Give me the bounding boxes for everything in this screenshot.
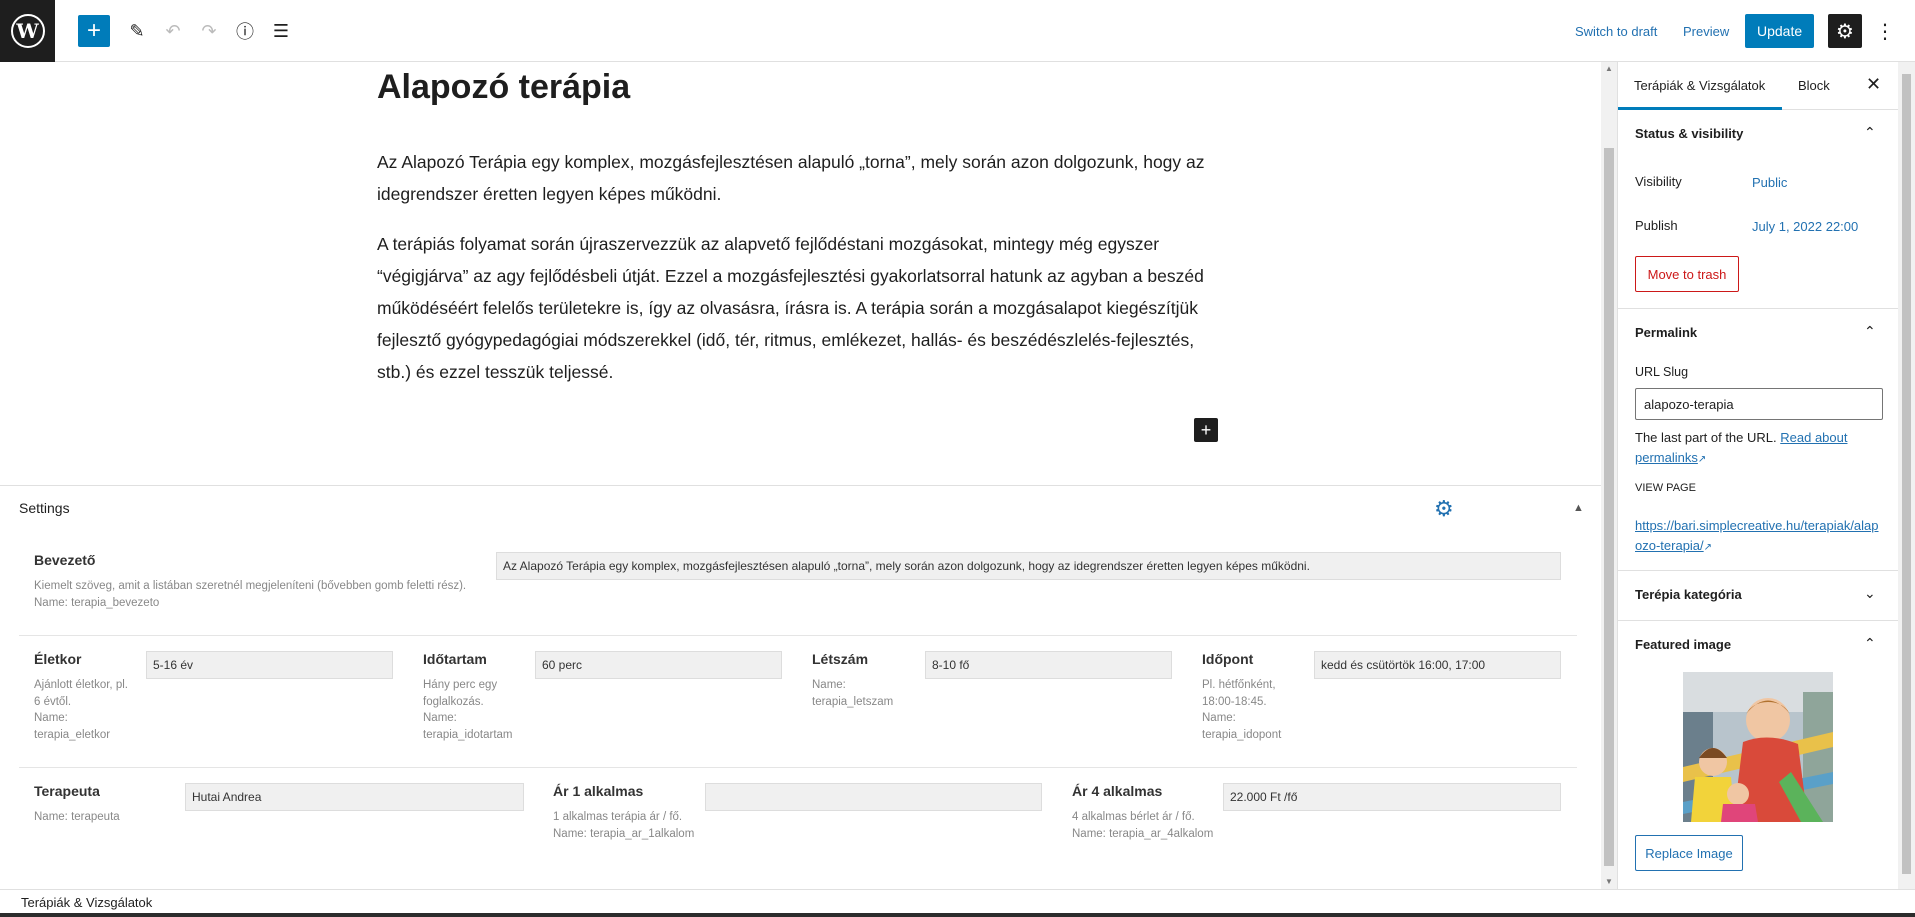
- settings-gear-icon[interactable]: ⚙: [1828, 14, 1862, 48]
- featured-image-panel-header[interactable]: Featured image ⌃: [1618, 621, 1898, 669]
- tab-block[interactable]: Block: [1798, 78, 1830, 93]
- idopont-description: Pl. hétfőnként, 18:00-18:45. Name: terapia_…: [1202, 679, 1282, 741]
- move-to-trash-button[interactable]: Move to trash: [1635, 256, 1739, 292]
- permalink-title: Permalink: [1635, 325, 1698, 340]
- view-page-url: https://bari.simplecreative.hu/terapiak/…: [1635, 516, 1885, 558]
- post-title[interactable]: Alapozó terápia: [377, 68, 630, 107]
- idopont-field[interactable]: kedd és csütörtök 16:00, 17:00: [1314, 651, 1561, 679]
- editor-scrollbar-thumb[interactable]: [1604, 148, 1614, 866]
- publish-date-link[interactable]: July 1, 2022 22:00: [1752, 219, 1858, 234]
- children-photo-image: [1683, 672, 1833, 822]
- letszam-description: Name: terapia_letszam: [812, 679, 894, 708]
- editor-top-toolbar: W + ✎ ↶ ↷ ⓘ ☰ Switch to draft Preview Up…: [0, 0, 1915, 62]
- url-slug-label: URL Slug: [1635, 365, 1689, 379]
- preview-button[interactable]: Preview: [1683, 24, 1729, 39]
- undo-icon[interactable]: ↶: [157, 15, 189, 47]
- ar1-label: Ár 1 alkalmas: [553, 783, 644, 799]
- scroll-up-icon[interactable]: ▲: [1605, 64, 1613, 73]
- details-info-icon[interactable]: ⓘ: [229, 15, 261, 47]
- letszam-label: Létszám: [812, 651, 869, 667]
- view-page-label: VIEW PAGE: [1635, 482, 1696, 494]
- view-page-url-link[interactable]: https://bari.simplecreative.hu/terapiak/…: [1635, 518, 1879, 533]
- list-view-icon[interactable]: ☰: [265, 15, 297, 47]
- bottom-edge-bar: [0, 913, 1915, 917]
- ar1-description: 1 alkalmas terápia ár / fő. Name: terapia…: [553, 811, 695, 840]
- update-button[interactable]: Update: [1745, 14, 1815, 48]
- paragraph-block[interactable]: A terápiás folyamat során újraszervezzük…: [377, 228, 1217, 388]
- category-panel-header[interactable]: Terépia kategória ⌄: [1618, 571, 1898, 619]
- external-link-icon: ↗: [1697, 454, 1707, 465]
- eletkor-field[interactable]: 5-16 év: [146, 651, 393, 679]
- permalink-help-text: The last part of the URL. Read about per…: [1635, 430, 1848, 465]
- terapeuta-description: Name: terapeuta: [34, 811, 120, 823]
- ar4-field[interactable]: 22.000 Ft /fő: [1223, 783, 1561, 811]
- ar4-label: Ár 4 alkalmas: [1072, 783, 1163, 799]
- read-about-link[interactable]: Read about: [1780, 430, 1847, 445]
- sidebar-scrollbar-thumb[interactable]: [1902, 74, 1911, 874]
- ar4-description: 4 alkalmas bérlet ár / fő. Name: terapia_…: [1072, 811, 1214, 840]
- settings-metabox-title: Settings: [19, 500, 70, 516]
- chevron-down-icon[interactable]: ⌄: [1864, 585, 1876, 602]
- metabox-gear-icon[interactable]: ⚙: [1434, 496, 1454, 522]
- editor-scrollbar[interactable]: ▲ ▼: [1601, 62, 1617, 889]
- settings-sidebar: Terápiák & Vizsgálatok Block ✕ Status & …: [1617, 62, 1898, 889]
- featured-image-thumbnail[interactable]: [1683, 672, 1833, 822]
- status-visibility-panel-header[interactable]: Status & visibility ⌃: [1618, 110, 1898, 158]
- wordpress-logo-icon: W: [10, 14, 45, 48]
- editor-canvas: Alapozó terápia Az Alapozó Terápia egy k…: [0, 62, 1601, 485]
- close-icon[interactable]: ✕: [1866, 74, 1881, 95]
- url-slug-input[interactable]: alapozo-terapia: [1635, 388, 1883, 420]
- bevezeto-field-name: Name: terapia_bevezeto: [34, 597, 160, 609]
- settings-metabox-header[interactable]: Settings ⚙ ▲: [0, 486, 1601, 532]
- publish-label: Publish: [1635, 218, 1678, 233]
- external-link-icon: ↗: [1703, 542, 1713, 553]
- block-inserter-button[interactable]: +: [1194, 418, 1218, 442]
- idotartam-field[interactable]: 60 perc: [535, 651, 782, 679]
- view-page-url-link[interactable]: ozo-terapia/: [1635, 538, 1704, 553]
- permalinks-link[interactable]: permalinks: [1635, 450, 1698, 465]
- featured-image-title: Featured image: [1635, 637, 1732, 652]
- bevezeto-label: Bevezető: [34, 552, 96, 568]
- bevezeto-description: Kiemelt szöveg, amit a listában szeretné…: [34, 580, 467, 592]
- chevron-up-icon[interactable]: ⌃: [1864, 323, 1876, 340]
- edit-tool-icon[interactable]: ✎: [121, 15, 153, 47]
- tab-post-settings[interactable]: Terápiák & Vizsgálatok: [1634, 78, 1765, 93]
- add-block-button[interactable]: +: [78, 15, 110, 47]
- eletkor-label: Életkor: [34, 651, 82, 667]
- replace-image-button[interactable]: Replace Image: [1635, 835, 1743, 871]
- chevron-up-icon[interactable]: ⌃: [1864, 124, 1876, 141]
- visibility-value-link[interactable]: Public: [1752, 175, 1787, 190]
- eletkor-description: Ajánlott életkor, pl. 6 évtől. Name: terapi…: [34, 679, 128, 741]
- visibility-label: Visibility: [1635, 174, 1682, 189]
- settings-metabox: Settings ⚙ ▲ Bevezető Kiemelt szöveg, am…: [0, 485, 1601, 889]
- scroll-down-icon[interactable]: ▼: [1605, 877, 1613, 886]
- terapeuta-field[interactable]: Hutai Andrea: [185, 783, 524, 811]
- wordpress-logo-button[interactable]: W: [0, 0, 55, 62]
- row-divider: [19, 767, 1577, 768]
- idotartam-description: Hány perc egy foglalkozás. Name: terapia_id…: [423, 679, 513, 741]
- letszam-field[interactable]: 8-10 fő: [925, 651, 1172, 679]
- row-divider: [19, 635, 1577, 636]
- editor-footer-breadcrumb: Terápiák & Vizsgálatok: [0, 889, 1915, 913]
- terapeuta-label: Terapeuta: [34, 783, 100, 799]
- category-title: Terépia kategória: [1635, 587, 1742, 602]
- collapse-caret-icon[interactable]: ▲: [1573, 502, 1584, 514]
- sidebar-tabs: Terápiák & Vizsgálatok Block ✕: [1618, 62, 1898, 110]
- breadcrumb-post-type[interactable]: Terápiák & Vizsgálatok: [21, 895, 152, 910]
- bevezeto-field[interactable]: Az Alapozó Terápia egy komplex, mozgásfe…: [496, 552, 1561, 580]
- chevron-up-icon[interactable]: ⌃: [1864, 635, 1876, 652]
- options-menu-icon[interactable]: ⋮: [1875, 19, 1895, 44]
- switch-to-draft-button[interactable]: Switch to draft: [1575, 24, 1657, 39]
- ar1-field[interactable]: [705, 783, 1042, 811]
- permalink-panel-header[interactable]: Permalink ⌃: [1618, 309, 1898, 357]
- idotartam-label: Időtartam: [423, 651, 487, 667]
- status-visibility-title: Status & visibility: [1635, 126, 1744, 141]
- redo-icon[interactable]: ↷: [193, 15, 225, 47]
- idopont-label: Időpont: [1202, 651, 1254, 667]
- paragraph-block[interactable]: Az Alapozó Terápia egy komplex, mozgásfe…: [377, 146, 1217, 210]
- sidebar-scrollbar[interactable]: [1898, 62, 1915, 889]
